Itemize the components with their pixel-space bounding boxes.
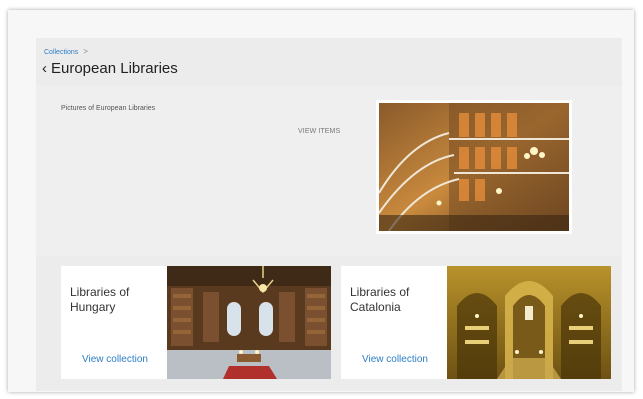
catalonia-library-illustration xyxy=(447,266,611,379)
feature-panel: Pictures of European Libraries VIEW ITEM… xyxy=(36,86,622,256)
card-title: Libraries of Hungary xyxy=(70,285,130,314)
collection-card-catalonia[interactable]: Libraries of Catalonia View collection xyxy=(341,266,611,379)
hungary-library-illustration xyxy=(167,266,331,379)
card-title: Libraries of Catalonia xyxy=(350,285,410,314)
breadcrumb-separator: > xyxy=(83,47,88,56)
chevron-left-icon[interactable]: ‹ xyxy=(42,60,47,77)
card-image-hungary[interactable] xyxy=(167,266,331,379)
collection-card-hungary[interactable]: Libraries of Hungary View collection xyxy=(61,266,331,379)
view-collection-link[interactable]: View collection xyxy=(362,354,428,365)
collection-description: Pictures of European Libraries xyxy=(61,105,156,112)
page-title-text: European Libraries xyxy=(51,60,178,77)
page-title: ‹ European Libraries xyxy=(42,60,178,77)
view-collection-link[interactable]: View collection xyxy=(82,354,148,365)
library-staircase-illustration xyxy=(379,103,569,231)
page-frame: Collections > ‹ European Libraries Picture… xyxy=(8,10,634,392)
view-items-button[interactable]: VIEW ITEMS xyxy=(298,128,340,135)
breadcrumb: Collections > xyxy=(44,47,88,56)
collection-page: Collections > ‹ European Libraries Picture… xyxy=(36,38,622,391)
feature-image[interactable] xyxy=(376,100,572,234)
card-image-catalonia[interactable] xyxy=(447,266,611,379)
breadcrumb-collections-link[interactable]: Collections xyxy=(44,49,78,56)
